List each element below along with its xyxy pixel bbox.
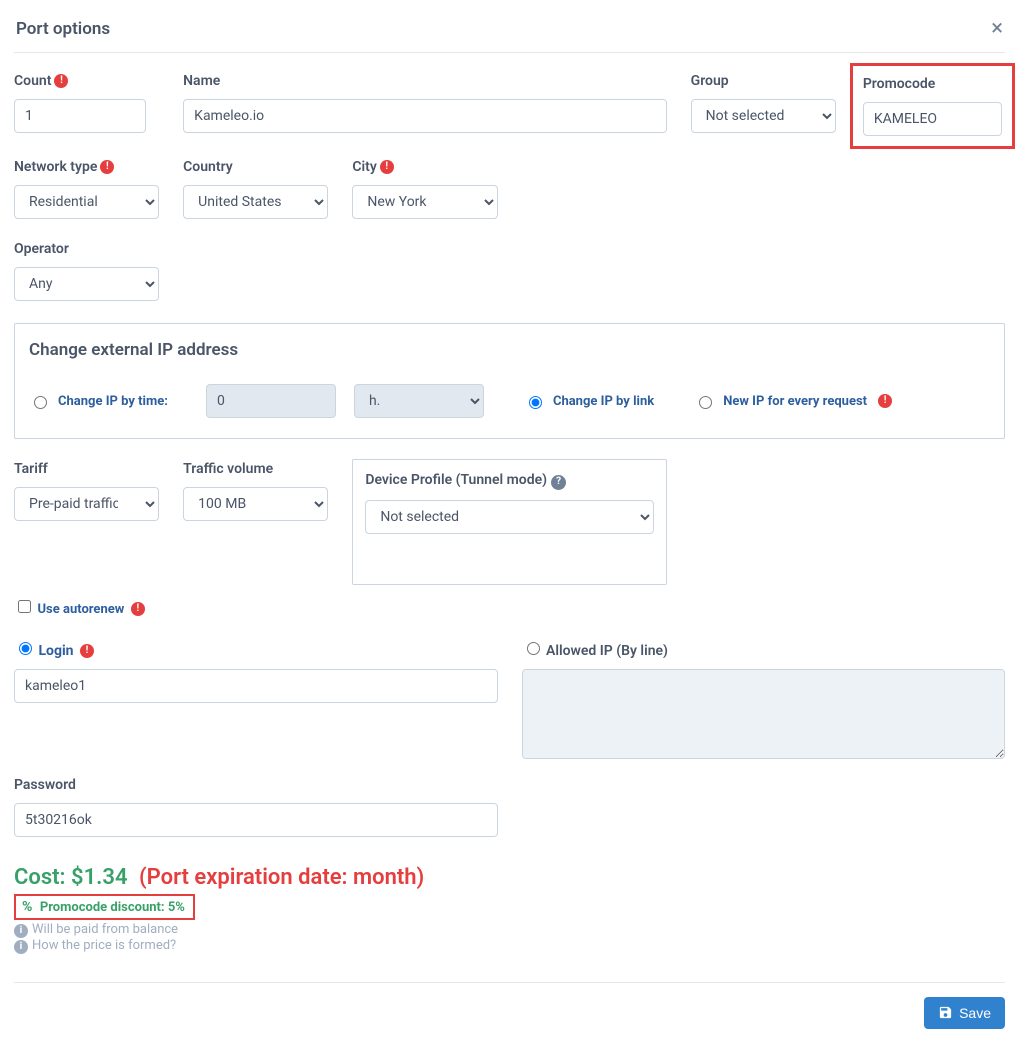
- dialog-footer: Save: [14, 982, 1005, 1029]
- group-field: Group Not selected: [691, 73, 836, 137]
- required-icon: !: [100, 160, 114, 174]
- help-icon[interactable]: ?: [551, 475, 566, 490]
- network-type-select[interactable]: Residential: [14, 185, 159, 219]
- tariff-label: Tariff: [14, 461, 159, 477]
- group-select[interactable]: Not selected: [691, 99, 836, 133]
- country-select[interactable]: United States: [183, 185, 328, 219]
- promocode-label: Promocode: [863, 76, 1002, 92]
- name-label: Name: [183, 73, 667, 89]
- expiration-label: (Port expiration date: month): [139, 865, 424, 890]
- autorenew-checkbox[interactable]: [18, 600, 31, 613]
- login-field: Login !: [14, 639, 498, 759]
- change-ip-section: Change external IP address Change IP by …: [14, 323, 1005, 439]
- city-label: City!: [352, 159, 497, 175]
- required-icon: !: [131, 602, 145, 616]
- promo-discount-label: Promocode discount: 5%: [40, 900, 185, 915]
- change-ip-by-time-radio[interactable]: [34, 396, 47, 409]
- change-ip-time-value[interactable]: [206, 384, 336, 418]
- change-ip-every-request-label: New IP for every request: [723, 394, 867, 409]
- change-ip-by-time: Change IP by time: h.: [29, 384, 484, 418]
- password-input[interactable]: [14, 803, 498, 837]
- count-label: Count!: [14, 73, 159, 89]
- country-label: Country: [183, 159, 328, 175]
- password-field: Password: [14, 777, 498, 837]
- promocode-field: Promocode: [860, 73, 1005, 137]
- allowed-ip-label: Allowed IP (By line): [546, 643, 668, 659]
- change-ip-by-link-radio[interactable]: [529, 396, 542, 409]
- save-button[interactable]: Save: [924, 997, 1005, 1029]
- allowed-ip-textarea[interactable]: [522, 669, 1006, 759]
- close-icon[interactable]: ×: [991, 18, 1003, 40]
- city-field: City! New York: [352, 159, 497, 219]
- change-ip-by-link: Change IP by link: [524, 393, 654, 409]
- change-ip-by-link-label: Change IP by link: [553, 394, 654, 409]
- login-input[interactable]: [14, 669, 498, 703]
- group-label: Group: [691, 73, 836, 89]
- change-ip-unit-select[interactable]: h.: [354, 384, 484, 418]
- tariff-select[interactable]: Pre-paid traffic: [14, 487, 159, 521]
- promocode-input[interactable]: [863, 102, 1002, 136]
- traffic-volume-field: Traffic volume 100 MB: [183, 461, 328, 585]
- operator-field: Operator Any: [14, 241, 159, 301]
- traffic-volume-select[interactable]: 100 MB: [183, 487, 328, 521]
- save-icon: [938, 1005, 953, 1020]
- operator-label: Operator: [14, 241, 159, 257]
- count-input[interactable]: [14, 99, 146, 133]
- count-field: Count!: [14, 73, 159, 137]
- name-input[interactable]: [183, 99, 667, 133]
- device-profile-label: Device Profile (Tunnel mode)?: [365, 472, 653, 490]
- promo-discount-highlight: % Promocode discount: 5%: [14, 894, 195, 920]
- login-radio[interactable]: [19, 642, 32, 655]
- allowed-ip-radio[interactable]: [527, 642, 540, 655]
- device-profile-select[interactable]: Not selected: [365, 500, 653, 534]
- tariff-field: Tariff Pre-paid traffic: [14, 461, 159, 585]
- autorenew-row: Use autorenew !: [14, 597, 328, 617]
- network-type-label: Network type!: [14, 159, 159, 175]
- network-type-field: Network type! Residential: [14, 159, 159, 219]
- cost-label: Cost: $1.34: [14, 865, 128, 890]
- change-ip-every-request-radio[interactable]: [699, 396, 712, 409]
- change-ip-title: Change external IP address: [29, 340, 990, 360]
- dialog-title: Port options: [16, 19, 110, 39]
- price-info-link[interactable]: iHow the price is formed?: [14, 938, 1005, 954]
- device-profile-field: Device Profile (Tunnel mode)? Not select…: [352, 461, 666, 585]
- name-field: Name: [183, 73, 667, 137]
- info-icon: i: [14, 940, 28, 954]
- required-icon: !: [878, 394, 892, 408]
- operator-select[interactable]: Any: [14, 267, 159, 301]
- promocode-highlight: Promocode: [850, 63, 1015, 149]
- autorenew-label: Use autorenew: [37, 602, 124, 617]
- login-label: Login: [38, 643, 73, 659]
- required-icon: !: [80, 644, 94, 658]
- percent-icon: %: [22, 899, 32, 915]
- change-ip-every-request: New IP for every request !: [694, 393, 892, 409]
- cost-section: Cost: $1.34 (Port expiration date: month…: [14, 865, 1005, 954]
- info-icon: i: [14, 924, 28, 938]
- password-label: Password: [14, 777, 498, 793]
- dialog-header: Port options ×: [14, 10, 1005, 53]
- country-field: Country United States: [183, 159, 328, 219]
- city-select[interactable]: New York: [352, 185, 497, 219]
- allowed-ip-field: Allowed IP (By line): [522, 639, 1006, 759]
- balance-note: iWill be paid from balance: [14, 922, 1005, 938]
- traffic-volume-label: Traffic volume: [183, 461, 328, 477]
- required-icon: !: [380, 160, 394, 174]
- change-ip-by-time-label: Change IP by time:: [58, 394, 168, 409]
- required-icon: !: [54, 74, 68, 88]
